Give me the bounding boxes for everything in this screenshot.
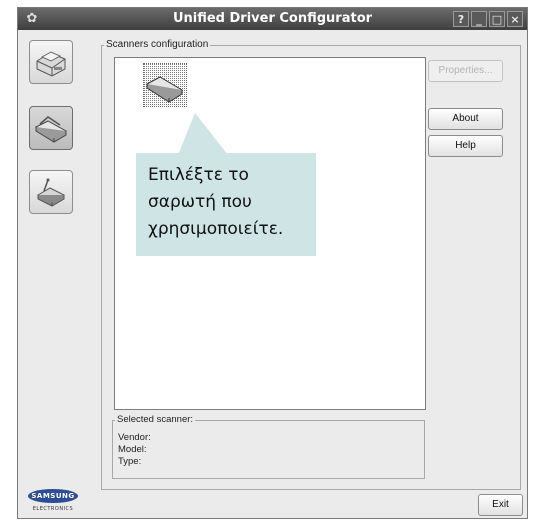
title-bar[interactable]: ✿ Unified Driver Configurator ? _ □ × (18, 8, 527, 30)
sidebar-item-scanners[interactable] (29, 106, 73, 150)
callout-pointer (178, 113, 228, 155)
scanner-list-item[interactable] (143, 63, 187, 107)
printer-icon (36, 51, 66, 77)
minimize-button[interactable]: _ (471, 11, 487, 27)
samsung-logo-subtext: ELECTRONICS (32, 506, 74, 512)
sidebar-item-ports[interactable] (29, 170, 73, 214)
about-button[interactable]: About (428, 108, 503, 130)
close-button[interactable]: × (507, 11, 523, 27)
model-label: Model: (118, 444, 147, 455)
help-window-button[interactable]: ? (453, 11, 469, 27)
exit-button[interactable]: Exit (478, 494, 523, 516)
scanners-configuration-label: Scanners configuration (104, 39, 211, 50)
callout-line-1: Επιλέξτε το (148, 165, 249, 185)
callout-tooltip: Επιλέξτε το σαρωτή που χρησιμοποιείτε. (136, 153, 316, 256)
vendor-label: Vendor: (118, 432, 151, 443)
selected-scanner-label: Selected scanner: (115, 414, 196, 425)
callout-text: Επιλέξτε το σαρωτή που χρησιμοποιείτε. (148, 162, 313, 243)
callout-line-3: χρησιμοποιείτε. (148, 219, 284, 239)
properties-button[interactable]: Properties... (428, 60, 503, 82)
samsung-logo: SAMSUNG (28, 489, 78, 503)
maximize-button[interactable]: □ (489, 11, 505, 27)
type-label: Type: (118, 456, 142, 467)
scanner-icon (34, 116, 68, 143)
scanner-icon (144, 64, 186, 106)
port-icon (36, 178, 66, 207)
driver-configurator-window: ✿ Unified Driver Configurator ? _ □ × Sc… (17, 7, 528, 519)
titlebar-buttons: ? _ □ × (453, 11, 523, 27)
selected-scanner-group (112, 420, 425, 479)
callout-line-2: σαρωτή που (148, 192, 252, 212)
sidebar-item-printers[interactable] (29, 40, 73, 84)
help-button[interactable]: Help (428, 135, 503, 157)
window-title: Unified Driver Configurator (172, 11, 373, 26)
